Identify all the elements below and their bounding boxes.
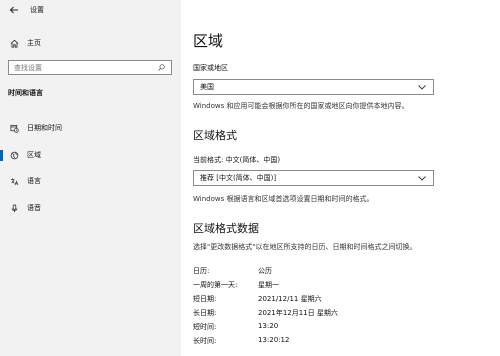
sidebar-item-label: 语言 — [27, 177, 41, 185]
search-icon[interactable] — [155, 62, 167, 74]
country-label: 国家或地区 — [193, 64, 228, 72]
format-data-value: 13:20 — [258, 322, 279, 330]
section-heading: 时间和语言 — [8, 89, 43, 97]
language-icon — [8, 175, 20, 187]
format-data-row: 长日期: 2021年12月11日 星期六 — [193, 308, 338, 319]
format-data-key: 长日期: — [193, 309, 217, 317]
main-content: 区域 国家或地区 美国 Windows 和应用可能会根据你所在的国家或地区向你提… — [181, 0, 500, 356]
search-input[interactable] — [9, 61, 155, 74]
sidebar-item-label: 主页 — [27, 39, 41, 47]
microphone-icon — [8, 202, 20, 214]
regional-format-description: Windows 根据语言和区域首选项设置日期和时间的格式。 — [193, 195, 374, 203]
home-icon — [8, 37, 20, 49]
calendar-clock-icon — [8, 122, 20, 134]
regional-format-select-value: 推荐 [中文(简体、中国)] — [200, 174, 277, 182]
format-data-value: 2021年12月11日 星期六 — [258, 309, 338, 317]
active-indicator — [0, 150, 3, 161]
chevron-down-icon — [416, 172, 428, 184]
format-data-value: 13:20:12 — [258, 336, 290, 344]
format-data-row: 短时间: 13:20 — [193, 322, 278, 333]
page-title: 区域 — [193, 32, 224, 50]
format-data-key: 短日期: — [193, 295, 217, 303]
format-data-description: 选择"更改数据格式"以在地区所支持的日历、日期和时间格式之间切换。 — [193, 243, 417, 251]
format-data-row: 短日期: 2021/12/11 星期六 — [193, 294, 322, 305]
region-icon — [8, 149, 20, 161]
regional-format-select[interactable]: 推荐 [中文(简体、中国)] — [193, 170, 434, 186]
back-button[interactable] — [4, 0, 24, 20]
format-data-title: 区域格式数据 — [193, 222, 259, 235]
sidebar-item-language[interactable]: 语言 — [0, 172, 181, 190]
format-data-row: 一周的第一天: 星期一 — [193, 280, 279, 291]
sidebar-item-date-time[interactable]: 日期和时间 — [0, 119, 181, 137]
sidebar-item-region[interactable]: 区域 — [0, 146, 181, 164]
country-select[interactable]: 美国 — [193, 79, 434, 95]
regional-format-title: 区域格式 — [193, 129, 237, 142]
format-data-key: 长时间: — [193, 337, 217, 345]
format-data-key: 日历: — [193, 267, 210, 275]
title-bar: 设置 — [0, 0, 181, 20]
window-title: 设置 — [30, 6, 44, 14]
sidebar: 设置 主页 时间和语言 日期和时间 — [0, 0, 181, 356]
chevron-down-icon — [416, 81, 428, 93]
sidebar-item-home[interactable]: 主页 — [0, 34, 181, 52]
format-data-value: 2021/12/11 星期六 — [258, 295, 322, 303]
search-box[interactable] — [8, 60, 172, 75]
format-data-key: 一周的第一天: — [193, 281, 238, 289]
current-format-label: 当前格式: 中文(简体、中国) — [193, 156, 281, 164]
format-data-key: 短时间: — [193, 323, 217, 331]
country-description: Windows 和应用可能会根据你所在的国家或地区向你提供本地内容。 — [193, 102, 409, 110]
format-data-row: 日历: 公历 — [193, 266, 272, 277]
sidebar-item-label: 日期和时间 — [27, 124, 62, 132]
format-data-value: 星期一 — [258, 281, 279, 289]
sidebar-item-label: 语音 — [27, 204, 41, 212]
back-arrow-icon — [9, 6, 18, 14]
sidebar-item-speech[interactable]: 语音 — [0, 199, 181, 217]
sidebar-item-label: 区域 — [27, 151, 41, 159]
format-data-value: 公历 — [258, 267, 272, 275]
format-data-row: 长时间: 13:20:12 — [193, 336, 289, 347]
country-select-value: 美国 — [200, 83, 214, 91]
